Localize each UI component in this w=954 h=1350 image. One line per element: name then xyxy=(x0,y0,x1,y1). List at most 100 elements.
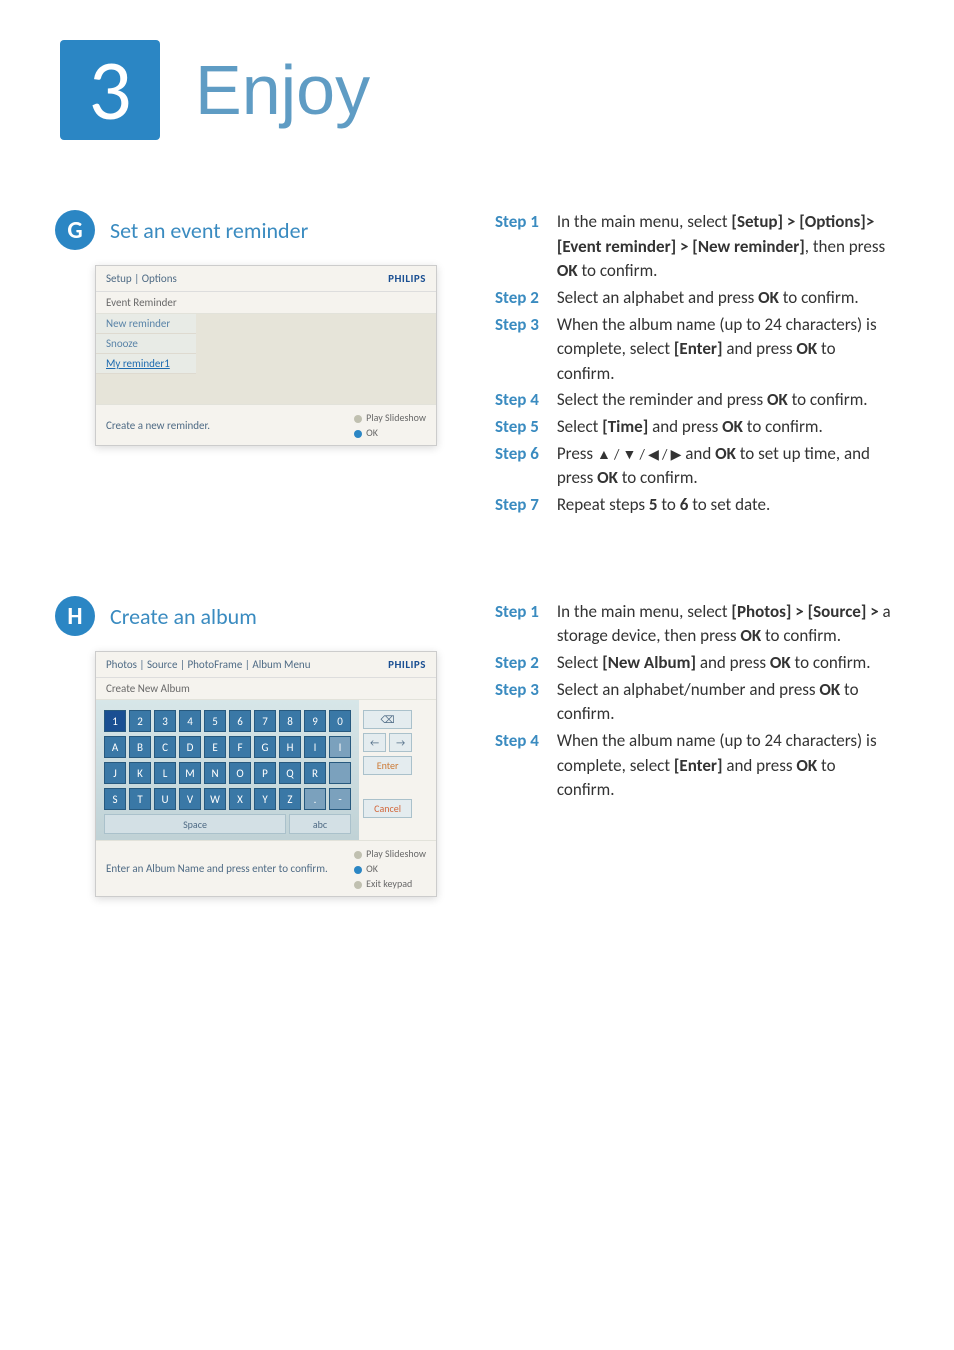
section-g-title: Set an event reminder xyxy=(110,217,308,244)
kb-row-2: A B C D E F G H I I xyxy=(104,736,351,758)
key: Z xyxy=(279,788,301,810)
step-g-1: Step 1 In the main menu, select [Setup] … xyxy=(495,210,899,284)
device-h-kb-wrap: 1 2 3 4 5 6 7 8 9 0 A xyxy=(96,700,436,840)
device-screenshot-g: Setup | Options PHILIPS Event Reminder N… xyxy=(95,265,437,446)
device-g-bottom: Create a new reminder. Play Slideshow OK xyxy=(96,404,436,445)
key: Y xyxy=(254,788,276,810)
step-text: In the main menu, select [Photos] > [Sou… xyxy=(557,600,897,649)
key: K xyxy=(129,762,151,784)
device-g-menu-item: Snooze xyxy=(96,334,196,354)
device-h-actions: Play Slideshow OK Exit keypad xyxy=(354,847,426,890)
step-h-1: Step 1 In the main menu, select [Photos]… xyxy=(495,600,899,649)
step-label: Step 2 xyxy=(495,286,553,311)
key: R xyxy=(304,762,326,784)
device-g-subbar: Event Reminder xyxy=(96,292,436,314)
step-label: Step 4 xyxy=(495,388,553,413)
step-g-3: Step 3 When the album name (up to 24 cha… xyxy=(495,313,899,387)
step-text: Select an alphabet/number and press OK t… xyxy=(557,678,897,727)
section-g-header: G Set an event reminder xyxy=(55,210,455,250)
key: 3 xyxy=(154,710,176,732)
key: A xyxy=(104,736,126,758)
device-g-hint: Create a new reminder. xyxy=(106,419,210,432)
device-h-subbar: Create New Album xyxy=(96,678,436,700)
key: I xyxy=(329,736,351,758)
key: F xyxy=(229,736,251,758)
device-h-topbar: Photos | Source | PhotoFrame | Album Men… xyxy=(96,652,436,678)
key: G xyxy=(254,736,276,758)
step-label: Step 4 xyxy=(495,729,553,754)
key: X xyxy=(229,788,251,810)
device-h-breadcrumb: Photos | Source | PhotoFrame | Album Men… xyxy=(106,658,310,671)
device-h-hint: Enter an Album Name and press enter to c… xyxy=(106,862,328,875)
key: C xyxy=(154,736,176,758)
device-g-action-play: Play Slideshow xyxy=(354,411,426,424)
step-label: Step 3 xyxy=(495,313,553,338)
back-key: ⌫ xyxy=(363,710,412,729)
device-g-menu-item: New reminder xyxy=(96,314,196,334)
key: 8 xyxy=(279,710,301,732)
device-h-bottom: Enter an Album Name and press enter to c… xyxy=(96,840,436,896)
enter-key: Enter xyxy=(363,756,412,775)
step-g-5: Step 5 Select [Time] and press OK to con… xyxy=(495,415,899,440)
key: S xyxy=(104,788,126,810)
left-arrow-key: ← xyxy=(363,733,386,752)
section-g-letter: G xyxy=(55,210,95,250)
kb-row-bottom: Space abc xyxy=(104,814,351,834)
device-g-topbar: Setup | Options PHILIPS xyxy=(96,266,436,292)
device-h-action-play: Play Slideshow xyxy=(354,847,426,860)
chapter-number: 3 xyxy=(88,38,131,142)
abc-key: abc xyxy=(289,814,351,834)
device-g-breadcrumb: Setup | Options xyxy=(106,272,177,285)
content-columns: G Set an event reminder Setup | Options … xyxy=(0,150,954,897)
step-h-2: Step 2 Select [New Album] and press OK t… xyxy=(495,651,899,676)
key: 9 xyxy=(304,710,326,732)
key: Q xyxy=(279,762,301,784)
step-text: In the main menu, select [Setup] > [Opti… xyxy=(557,210,897,284)
key: J xyxy=(104,762,126,784)
space-key: Space xyxy=(104,814,286,834)
chapter-number-box: 3 xyxy=(60,40,160,140)
key: 1 xyxy=(104,710,126,732)
step-label: Step 3 xyxy=(495,678,553,703)
device-g-menu: New reminder Snooze My reminder1 xyxy=(96,314,436,404)
step-text: Select an alphabet and press OK to confi… xyxy=(557,286,897,311)
step-text: Select [New Album] and press OK to confi… xyxy=(557,651,897,676)
step-g-7: Step 7 Repeat steps 5 to 6 to set date. xyxy=(495,493,899,518)
device-h-brand: PHILIPS xyxy=(388,658,426,671)
step-h-3: Step 3 Select an alphabet/number and pre… xyxy=(495,678,899,727)
chapter-header: 3 Enjoy xyxy=(0,0,954,150)
step-text: When the album name (up to 24 characters… xyxy=(557,313,897,387)
device-g-action-ok: OK xyxy=(354,426,426,439)
device-g-actions: Play Slideshow OK xyxy=(354,411,426,439)
section-h-letter: H xyxy=(55,596,95,636)
key: D xyxy=(179,736,201,758)
step-text: When the album name (up to 24 characters… xyxy=(557,729,897,803)
key: V xyxy=(179,788,201,810)
step-g-4: Step 4 Select the reminder and press OK … xyxy=(495,388,899,413)
key: W xyxy=(204,788,226,810)
step-label: Step 1 xyxy=(495,210,553,235)
cancel-key: Cancel xyxy=(363,799,412,818)
key: L xyxy=(154,762,176,784)
key: E xyxy=(204,736,226,758)
key: H xyxy=(279,736,301,758)
device-h-action-ok: OK xyxy=(354,862,426,875)
key: . xyxy=(304,788,326,810)
step-label: Step 5 xyxy=(495,415,553,440)
kb-row-1: 1 2 3 4 5 6 7 8 9 0 xyxy=(104,710,351,732)
device-h-side: ⌫ ← → Enter Cancel xyxy=(363,700,420,840)
chapter-title: Enjoy xyxy=(195,50,370,130)
step-g-2: Step 2 Select an alphabet and press OK t… xyxy=(495,286,899,311)
left-column: G Set an event reminder Setup | Options … xyxy=(55,210,455,897)
right-column: Step 1 In the main menu, select [Setup] … xyxy=(495,210,899,897)
section-h-title: Create an album xyxy=(110,603,257,630)
device-g-menu-item-selected: My reminder1 xyxy=(96,354,196,374)
step-text: Repeat steps 5 to 6 to set date. xyxy=(557,493,897,518)
device-g-brand: PHILIPS xyxy=(388,272,426,285)
key xyxy=(329,762,351,784)
kb-row-4: S T U V W X Y Z . - xyxy=(104,788,351,810)
key: U xyxy=(154,788,176,810)
step-label: Step 1 xyxy=(495,600,553,625)
step-text: Press ▲ / ▼ / ◀ / ▶ and OK to set up tim… xyxy=(557,442,897,491)
key: I xyxy=(304,736,326,758)
